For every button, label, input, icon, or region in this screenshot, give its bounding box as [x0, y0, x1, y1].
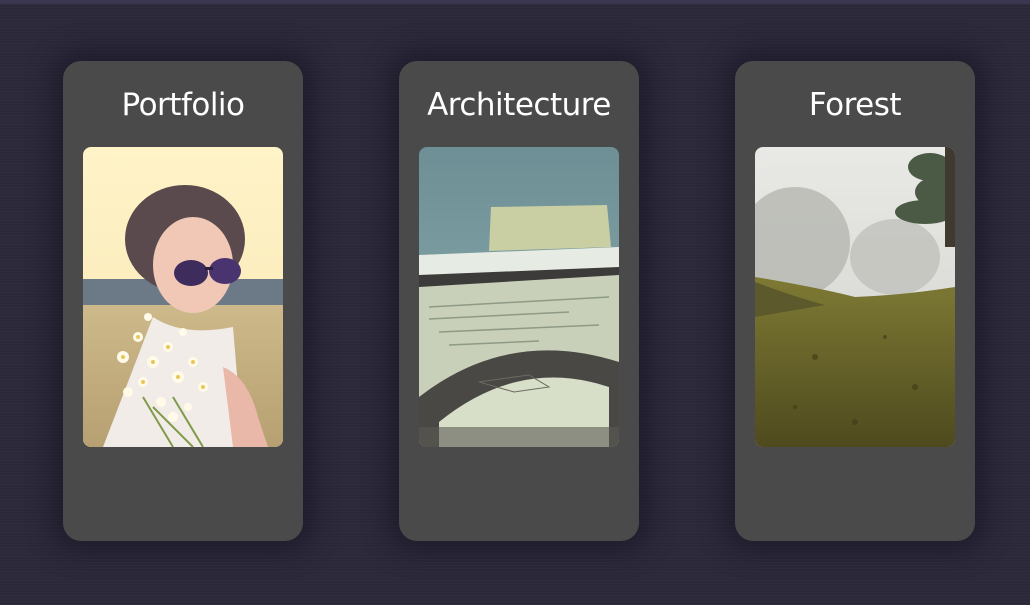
card-title: Portfolio — [121, 87, 245, 123]
portrait-image — [83, 147, 283, 447]
blueprint-image — [419, 147, 619, 447]
forest-photo[interactable] — [755, 147, 955, 447]
foggy-meadow-image — [755, 147, 955, 447]
card-architecture[interactable]: Architecture — [399, 61, 639, 541]
architecture-photo[interactable] — [419, 147, 619, 447]
gallery-page: Portfolio Architecture Forest — [0, 0, 1030, 605]
top-divider — [0, 0, 1030, 4]
card-portfolio[interactable]: Portfolio — [63, 61, 303, 541]
card-title: Forest — [808, 87, 902, 123]
card-forest[interactable]: Forest — [735, 61, 975, 541]
card-title: Architecture — [427, 87, 611, 123]
portfolio-photo[interactable] — [83, 147, 283, 447]
